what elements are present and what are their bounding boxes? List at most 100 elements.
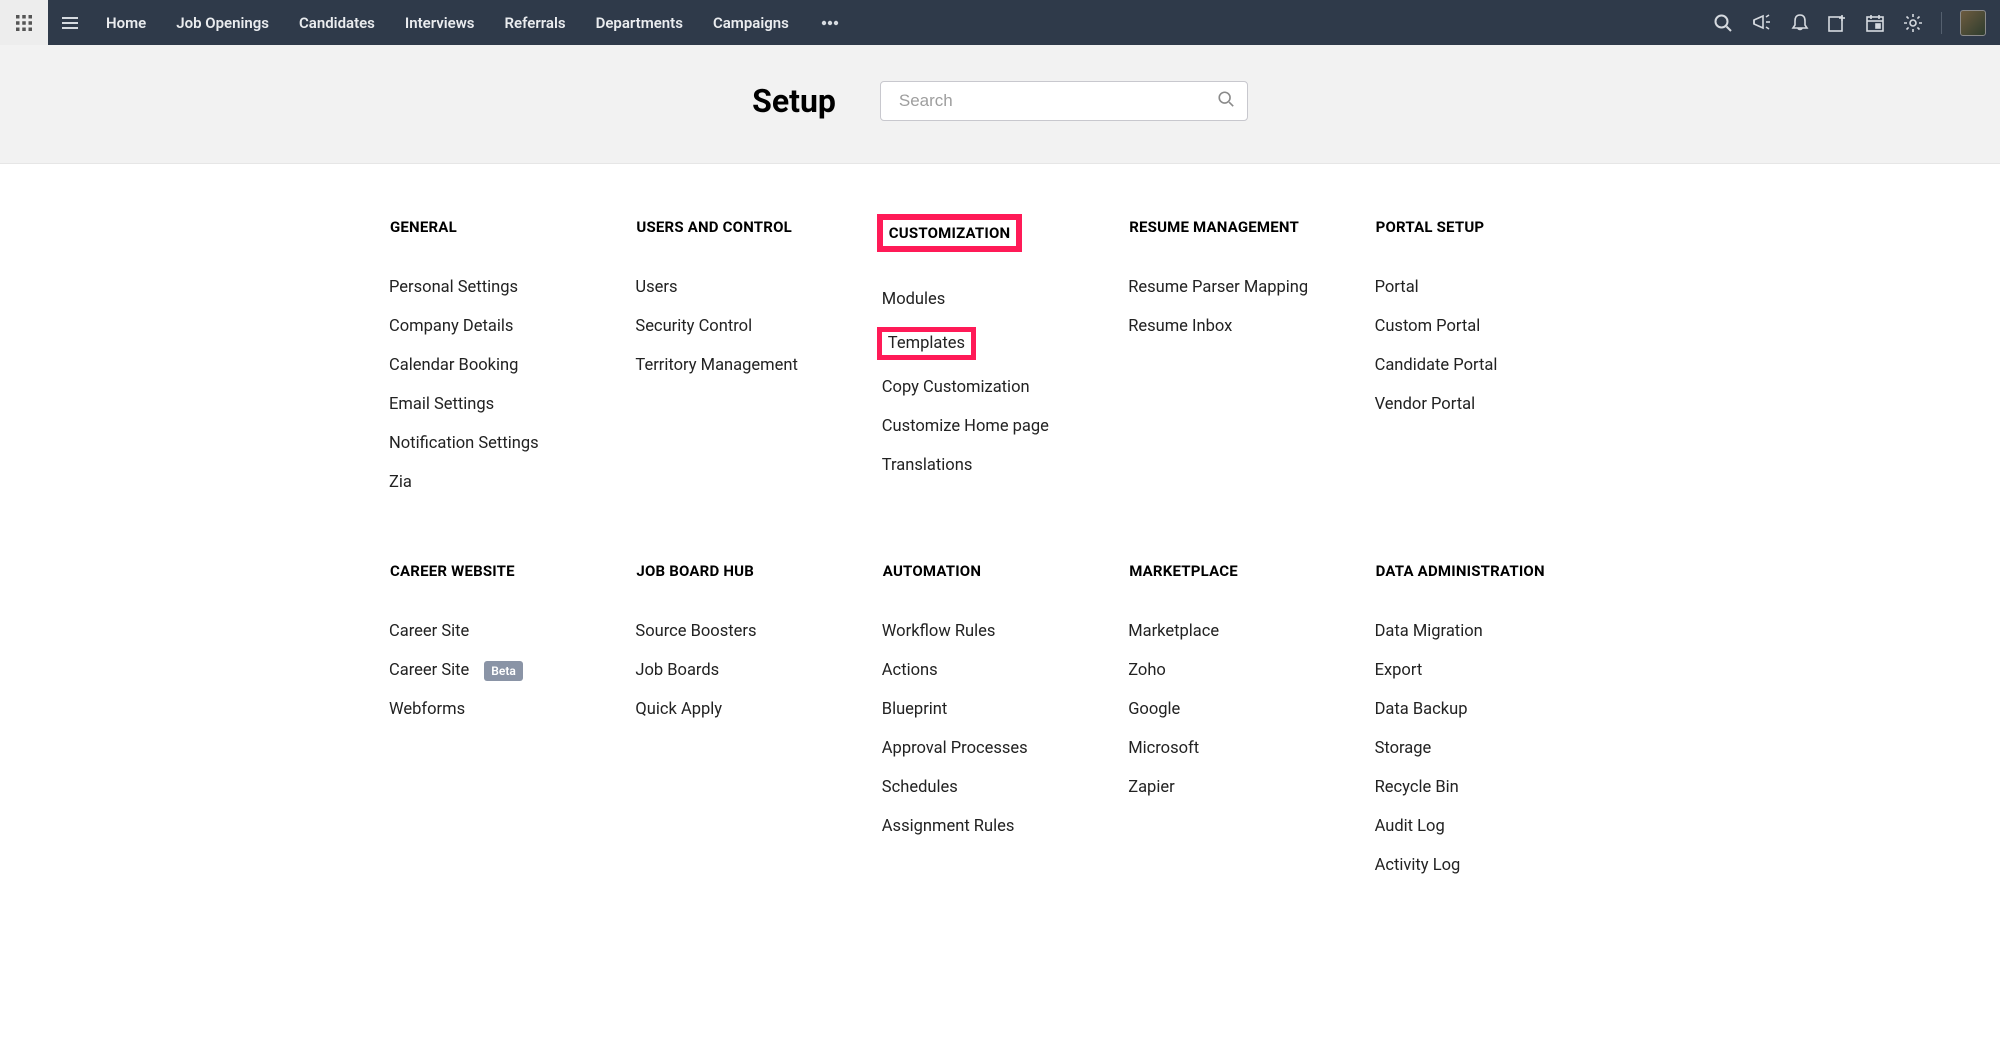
setup-link[interactable]: Source Boosters	[630, 620, 761, 643]
nav-candidates[interactable]: Candidates	[299, 14, 375, 32]
setup-content: GENERALPersonal SettingsCompany DetailsC…	[0, 164, 2000, 945]
search-input[interactable]	[899, 91, 1217, 111]
setup-item: Source Boosters	[630, 612, 876, 651]
setup-link[interactable]: Blueprint	[877, 698, 953, 721]
section-list: Source Boosters Job Boards Quick Apply	[630, 612, 876, 729]
section-heading: MARKETPLACE	[1123, 558, 1244, 584]
setup-item: Vendor Portal	[1370, 385, 1616, 424]
setup-link[interactable]: Workflow Rules	[877, 620, 1001, 643]
app-switcher-button[interactable]	[0, 0, 48, 45]
setup-item: Security Control	[630, 307, 876, 346]
setup-section: CUSTOMIZATIONModulesTemplatesCopy Custom…	[877, 214, 1123, 502]
section-list: Modules Templates Copy Customization Custom…	[877, 280, 1123, 485]
setup-link[interactable]: Activity Log	[1370, 854, 1466, 877]
setup-link[interactable]: Storage	[1370, 737, 1437, 760]
setup-item: Personal Settings	[384, 268, 630, 307]
setup-link[interactable]: Portal	[1370, 276, 1424, 299]
ellipsis-icon	[821, 20, 839, 26]
setup-link[interactable]: Career Site	[384, 659, 474, 682]
setup-item: Webforms	[384, 690, 630, 729]
setup-link[interactable]: Audit Log	[1370, 815, 1450, 838]
setup-link[interactable]: Resume Inbox	[1123, 315, 1237, 338]
search-icon	[1713, 13, 1733, 33]
setup-item: Job Boards	[630, 651, 876, 690]
section-list: Portal Custom Portal Candidate Portal Vendo…	[1370, 268, 1616, 424]
setup-link[interactable]: Export	[1370, 659, 1428, 682]
setup-item: Calendar Booking	[384, 346, 630, 385]
setup-item: Zoho	[1123, 651, 1369, 690]
settings-button[interactable]	[1903, 13, 1923, 33]
setup-item: Recycle Bin	[1370, 768, 1616, 807]
setup-link[interactable]: Assignment Rules	[877, 815, 1020, 838]
search-icon	[1217, 90, 1235, 108]
setup-link[interactable]: Personal Settings	[384, 276, 523, 299]
section-list: Workflow Rules Actions Blueprint Approval P…	[877, 612, 1123, 846]
setup-link[interactable]: Zia	[384, 471, 417, 494]
menu-toggle-button[interactable]	[48, 0, 92, 45]
setup-item: Custom Portal	[1370, 307, 1616, 346]
setup-link[interactable]: Actions	[877, 659, 943, 682]
setup-item: Marketplace	[1123, 612, 1369, 651]
setup-link[interactable]: Zapier	[1123, 776, 1179, 799]
setup-link[interactable]: Security Control	[630, 315, 757, 338]
section-heading: PORTAL SETUP	[1370, 214, 1491, 240]
setup-section: GENERALPersonal SettingsCompany DetailsC…	[384, 214, 630, 502]
setup-link[interactable]: Google	[1123, 698, 1185, 721]
setup-link[interactable]: Calendar Booking	[384, 354, 523, 377]
nav-home[interactable]: Home	[106, 14, 146, 32]
setup-link[interactable]: Microsoft	[1123, 737, 1204, 760]
setup-link[interactable]: Custom Portal	[1370, 315, 1486, 338]
setup-item: Copy Customization	[877, 368, 1123, 407]
setup-link[interactable]: Marketplace	[1123, 620, 1224, 643]
setup-item: Candidate Portal	[1370, 346, 1616, 385]
section-list: Data Migration Export Data Backup Storage Re…	[1370, 612, 1616, 885]
section-heading: AUTOMATION	[877, 558, 987, 584]
nav-more-button[interactable]	[819, 16, 841, 30]
setup-item: Actions	[877, 651, 1123, 690]
setup-link[interactable]: Job Boards	[630, 659, 724, 682]
notifications-button[interactable]	[1791, 13, 1809, 33]
calendar-button[interactable]	[1865, 13, 1885, 33]
setup-search[interactable]	[880, 81, 1248, 121]
setup-link[interactable]: Users	[630, 276, 682, 299]
nav-campaigns[interactable]: Campaigns	[713, 14, 789, 32]
setup-link[interactable]: Quick Apply	[630, 698, 727, 721]
setup-link[interactable]: Resume Parser Mapping	[1123, 276, 1313, 299]
setup-section: AUTOMATION Workflow Rules Actions Blueprint…	[877, 558, 1123, 885]
search-button[interactable]	[1713, 13, 1733, 33]
setup-link[interactable]: Translations	[877, 454, 978, 477]
nav-departments[interactable]: Departments	[596, 14, 683, 32]
nav-job-openings[interactable]: Job Openings	[176, 14, 269, 32]
setup-link[interactable]: Zoho	[1123, 659, 1171, 682]
setup-link[interactable]: Customize Home page	[877, 415, 1054, 438]
setup-link[interactable]: Vendor Portal	[1370, 393, 1481, 416]
setup-link[interactable]: Schedules	[877, 776, 963, 799]
nav-interviews[interactable]: Interviews	[405, 14, 475, 32]
setup-link[interactable]: Email Settings	[384, 393, 499, 416]
setup-link[interactable]: Company Details	[384, 315, 518, 338]
user-avatar[interactable]	[1960, 10, 1986, 36]
bell-icon	[1791, 13, 1809, 33]
setup-item: Microsoft	[1123, 729, 1369, 768]
setup-link[interactable]: Copy Customization	[877, 376, 1035, 399]
setup-item: Activity Log	[1370, 846, 1616, 885]
page-header: Setup	[0, 45, 2000, 164]
beta-badge: Beta	[484, 661, 523, 681]
setup-link[interactable]: Data Backup	[1370, 698, 1473, 721]
setup-link[interactable]: Modules	[877, 288, 951, 311]
setup-item: Blueprint	[877, 690, 1123, 729]
announce-button[interactable]	[1751, 13, 1773, 33]
setup-link[interactable]: Candidate Portal	[1370, 354, 1503, 377]
add-button[interactable]	[1827, 13, 1847, 33]
nav-referrals[interactable]: Referrals	[505, 14, 566, 32]
setup-link[interactable]: Recycle Bin	[1370, 776, 1464, 799]
setup-link[interactable]: Templates	[877, 327, 976, 360]
setup-link[interactable]: Notification Settings	[384, 432, 544, 455]
setup-link[interactable]: Webforms	[384, 698, 470, 721]
setup-item: Audit Log	[1370, 807, 1616, 846]
setup-link[interactable]: Territory Management	[630, 354, 803, 377]
setup-item: Email Settings	[384, 385, 630, 424]
setup-link[interactable]: Approval Processes	[877, 737, 1033, 760]
setup-link[interactable]: Data Migration	[1370, 620, 1488, 643]
setup-link[interactable]: Career Site	[384, 620, 474, 643]
